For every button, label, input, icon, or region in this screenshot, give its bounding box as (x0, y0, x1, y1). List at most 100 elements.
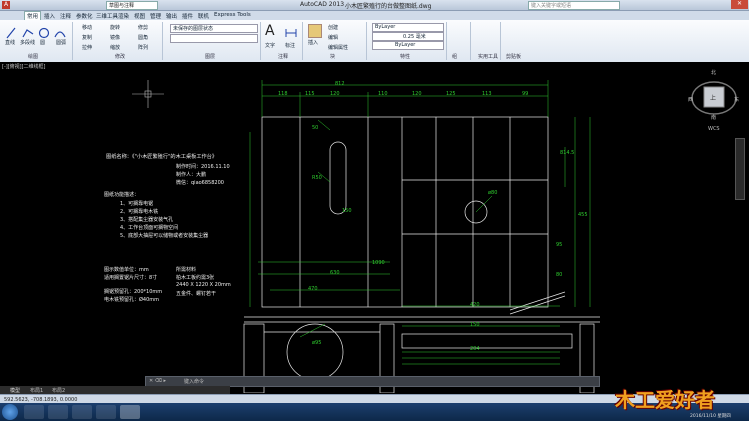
tab-model[interactable]: 模型 (10, 387, 20, 394)
dim-label: 150 (470, 322, 480, 328)
ribbon-tabs: 常用 插入 注释 参数化 三维工具 渲染 视图 管理 输出 插件 联机 Expr… (0, 11, 749, 20)
viewcube[interactable]: 北 西 东 南 上 (688, 70, 740, 122)
workspace-select[interactable]: 草图与注释 (106, 1, 158, 10)
create-block-button[interactable]: 创建 (328, 24, 338, 31)
tab-plugins[interactable]: 插件 (182, 12, 193, 20)
taskbar-app-icon[interactable] (96, 405, 116, 419)
separator (260, 22, 261, 60)
color-value: ByLayer (375, 24, 396, 30)
material-item: 柏木工板约需3张 (176, 275, 215, 281)
circle-tool[interactable] (38, 24, 50, 39)
feature-item: 1、可搁靠电锯 (120, 201, 154, 207)
drawing-svg (132, 80, 600, 393)
arc-tool[interactable] (54, 24, 66, 38)
layer-state-select[interactable]: 未保存的图层状态 (170, 24, 258, 33)
app-title: AutoCAD 2013 (300, 1, 345, 8)
group-properties-label: 特性 (400, 54, 411, 60)
color-select[interactable]: ByLayer (372, 23, 444, 32)
dimension-tool-label: 标注 (285, 43, 296, 49)
minimize-button[interactable]: – (700, 1, 712, 18)
features-title: 图纸功能描述： (104, 192, 140, 198)
taskbar-explorer-icon[interactable] (48, 405, 68, 419)
lineweight-select[interactable]: 0.25 毫米 (372, 32, 444, 41)
viewcube-top-face[interactable]: 上 (710, 93, 716, 102)
tab-layout2[interactable]: 布局2 (52, 387, 65, 394)
line-tool[interactable] (6, 24, 16, 39)
navigation-bar[interactable] (735, 138, 745, 200)
tab-output[interactable]: 输出 (166, 12, 177, 20)
search-input[interactable]: 键入关键字或短语 (528, 1, 620, 10)
trim-button[interactable]: 修剪 (138, 24, 148, 31)
watermark-logo: 木工爱好者 (615, 384, 745, 414)
linetype-select[interactable]: ByLayer (372, 41, 444, 50)
dim-label: ø95 (312, 340, 322, 346)
mirror-button[interactable]: 镜像 (110, 34, 120, 41)
scale-button[interactable]: 缩放 (110, 44, 120, 51)
viewport-label[interactable]: [-][俯视][二维线框] (2, 63, 46, 70)
separator (366, 22, 367, 60)
fillet-button[interactable]: 圆角 (138, 34, 148, 41)
start-button-icon[interactable] (2, 404, 18, 420)
feature-item: 3、搭配集尘器安装气孔 (120, 217, 174, 223)
drawing-canvas[interactable]: 812 118 120 115 110 120 125 113 99 50 R5… (0, 62, 749, 393)
dim-label: 470 (308, 286, 318, 292)
taskbar-media-icon[interactable] (72, 405, 92, 419)
tab-3d[interactable]: 三维工具 (96, 12, 118, 20)
drawing-wechat: 微信：qiao6858200 (176, 180, 224, 186)
stretch-button[interactable]: 拉伸 (82, 44, 92, 51)
viewcube-west[interactable]: 西 (688, 96, 693, 103)
edit-block-button[interactable]: 编辑 (328, 34, 338, 41)
edit-attr-button[interactable]: 编辑属性 (328, 44, 348, 51)
tab-layout1[interactable]: 布局1 (30, 387, 43, 394)
wcs-label[interactable]: WCS (708, 126, 720, 132)
tab-home[interactable]: 常用 (24, 11, 42, 20)
close-button[interactable]: ✕ (731, 0, 748, 9)
group-groups-label: 组 (452, 54, 458, 60)
viewcube-east[interactable]: 东 (734, 96, 739, 103)
workspace-label: 草图与注释 (109, 3, 135, 9)
separator (446, 22, 447, 60)
text-tool-icon[interactable]: A (265, 23, 275, 39)
feature-item: 5、底部大抽屉可以储物或者安装集尘器 (120, 233, 209, 239)
viewcube-north[interactable]: 北 (711, 69, 716, 76)
board-size-note: 适用搁置锯片尺寸：8寸 (104, 275, 158, 281)
line-tool-label: 直线 (5, 40, 16, 46)
tab-parametric[interactable]: 参数化 (76, 12, 93, 20)
taskbar-autocad-icon[interactable] (120, 405, 140, 419)
circle-tool-label: 圆 (40, 40, 46, 46)
dimension-tool[interactable] (285, 24, 297, 37)
file-title: 小木匠繁殖行的台做整图纸.dwg (345, 3, 432, 10)
dim-label: 120 (330, 91, 340, 97)
copy-button[interactable]: 复制 (82, 34, 92, 41)
layer-select[interactable] (170, 34, 258, 43)
material-item: 五金件、螺钉若干 (176, 291, 217, 297)
tab-view[interactable]: 视图 (134, 12, 145, 20)
dimension-icon (285, 29, 297, 37)
saw-size-note: 搁锯预留孔：200*10mm (104, 289, 163, 295)
app-logo-icon[interactable]: A (2, 1, 10, 9)
tab-online[interactable]: 联机 (198, 12, 209, 20)
dim-label: 50 (312, 125, 319, 131)
tab-express[interactable]: Express Tools (214, 12, 251, 18)
material-item: 2440 X 1220 X 20mm (176, 282, 231, 288)
rotate-button[interactable]: 旋转 (110, 24, 120, 31)
dim-label: 118 (278, 91, 288, 97)
dim-label: 420 (470, 302, 480, 308)
dim-label: 1090 (372, 260, 385, 266)
materials-title: 所需材料 (176, 267, 197, 273)
drawing-author: 制作人：大鹏 (176, 172, 207, 178)
array-button[interactable]: 阵列 (138, 44, 148, 51)
insert-block-icon[interactable] (308, 24, 322, 38)
move-button[interactable]: 移动 (82, 24, 92, 31)
group-block-label: 块 (330, 54, 336, 60)
tab-render[interactable]: 渲染 (118, 12, 129, 20)
dim-label: 110 (378, 91, 388, 97)
tab-insert[interactable]: 插入 (44, 12, 55, 20)
tab-manage[interactable]: 管理 (150, 12, 161, 20)
viewcube-south[interactable]: 南 (711, 114, 716, 121)
taskbar-ie-icon[interactable] (24, 405, 44, 419)
polyline-tool-label: 多段线 (20, 40, 36, 46)
polyline-tool[interactable] (22, 24, 34, 38)
maximize-button[interactable]: □ (715, 1, 727, 18)
tab-annotate[interactable]: 注释 (60, 12, 71, 20)
